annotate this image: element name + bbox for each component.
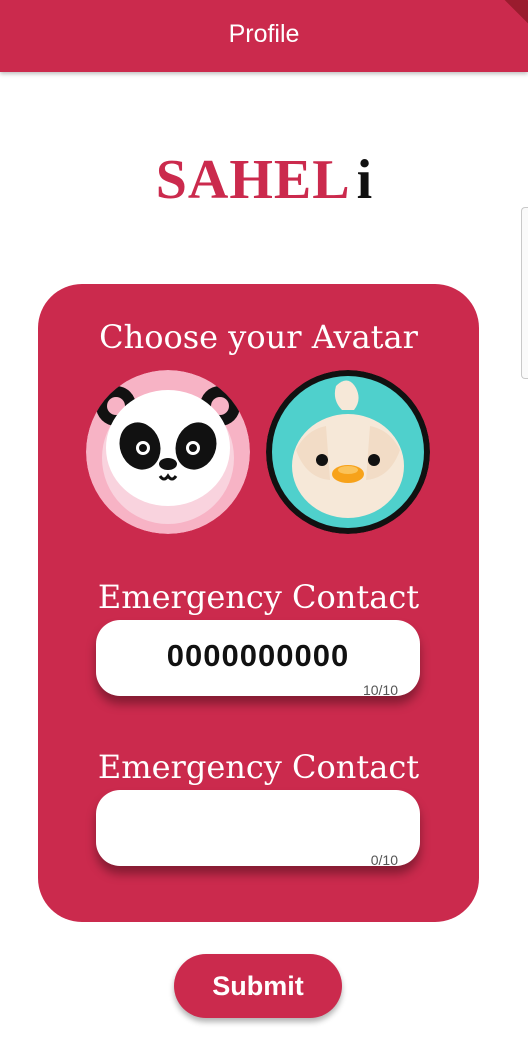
scroll-indicator[interactable] [521,207,528,379]
char-counter-1: 10/10 [362,682,398,698]
app-logo: SAHEL i [0,148,528,212]
profile-card: Choose your Avatar Emergency Contact 000… [38,284,479,922]
char-counter-2: 0/10 [370,852,398,868]
logo-i: i [356,149,373,211]
emergency-contact-label-1: Emergency Contact [97,578,420,616]
emergency-contact-input-1[interactable]: 0000000000 10/10 [96,620,420,698]
emergency-contact-value-1: 0000000000 [166,638,350,673]
emergency-contact-label-2: Emergency Contact [97,748,420,786]
avatar-heading: Choose your Avatar [99,318,418,356]
page-title: Profile [228,20,300,48]
submit-button[interactable]: Submit [174,954,342,1018]
panda-avatar-icon[interactable] [86,370,250,534]
logo-text: SAHEL [155,149,351,211]
emergency-contact-input-2[interactable]: 0/10 [96,790,420,868]
app-bar: Profile [0,0,528,72]
duck-avatar-icon[interactable] [266,370,430,534]
